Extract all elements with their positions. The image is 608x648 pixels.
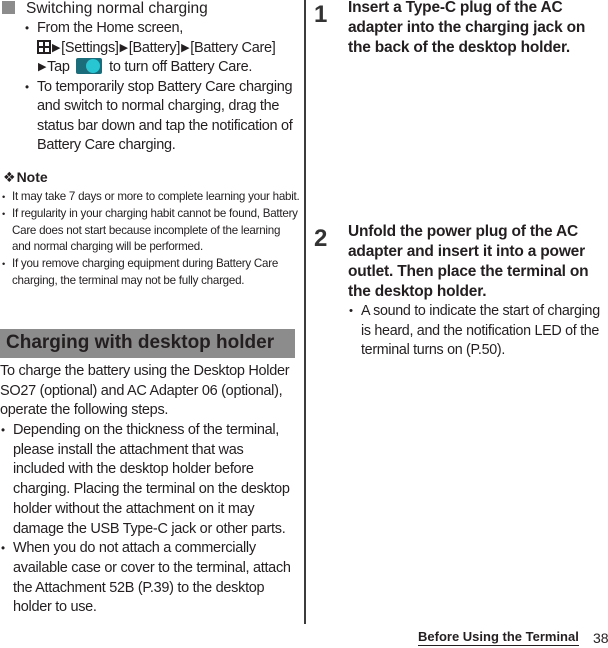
step-number: 2 [314,225,328,252]
section-intro: To charge the battery using the Desktop … [0,363,290,419]
step-instruction: Insert a Type-C plug of the AC adapter i… [348,0,586,56]
note-heading: ❖Note [3,169,48,185]
desktop-holder-notes: Depending on the thickness of the termin… [0,421,298,618]
list-item: If regularity in your charging habit can… [2,206,300,256]
list-item: To temporarily stop Battery Care chargin… [24,78,300,156]
list-item: A sound to indicate the start of chargin… [348,302,606,361]
note-list: It may take 7 days or more to complete l… [2,189,300,290]
list-item: If you remove charging equipment during … [2,256,300,290]
switching-instructions-list: From the Home screen, ▶[Settings]▶[Batte… [24,19,300,156]
step2-notes: A sound to indicate the start of chargin… [348,302,606,361]
list-item: When you do not attach a commercially av… [0,539,298,618]
section-heading: Charging with desktop holder [0,329,295,358]
step-instruction: Unfold the power plug of the AC adapter … [348,223,589,300]
apps-grid-icon [37,39,51,54]
column-divider [304,0,306,624]
page-number: 38 [593,630,608,646]
list-item: It may take 7 days or more to complete l… [2,189,300,206]
arrow-right-icon: ▶ [181,41,190,54]
square-bullet-icon [2,1,15,14]
list-item: Depending on the thickness of the termin… [0,421,298,539]
step-number: 1 [314,1,328,28]
subheading-switching-normal-charging: Switching normal charging [2,0,208,18]
arrow-right-icon: ▶ [38,61,47,73]
arrow-right-icon: ▶ [52,41,61,54]
arrow-right-icon: ▶ [119,41,128,54]
chapter-link[interactable]: Before Using the Terminal [418,629,579,646]
list-item: From the Home screen, ▶[Settings]▶[Batte… [24,19,300,78]
toggle-on-icon [76,58,103,74]
diamond-icon: ❖ [3,169,16,185]
